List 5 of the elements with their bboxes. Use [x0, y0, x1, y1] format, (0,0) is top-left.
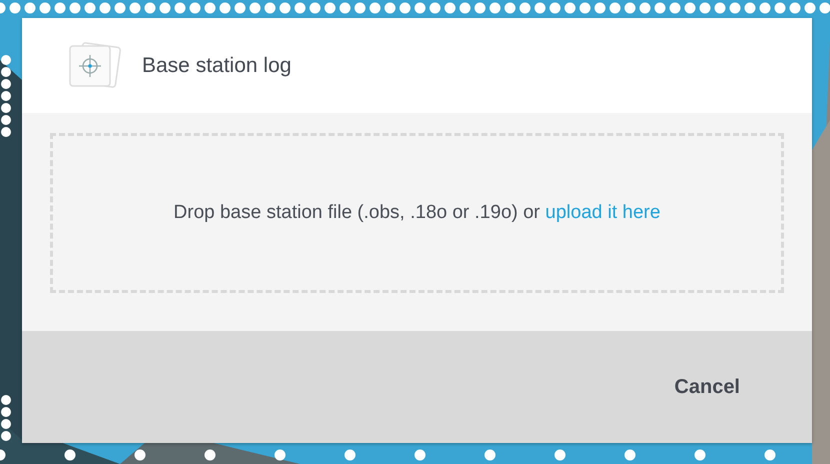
- drop-zone[interactable]: Drop base station file (.obs, .18o or .19o) or upload it here: [50, 133, 784, 293]
- dialog-title: Base station log: [142, 54, 292, 78]
- file-crosshair-icon: [68, 42, 122, 90]
- drop-instructions: Drop base station file (.obs, .18o or .19o) or upload it here: [174, 202, 660, 224]
- cancel-button[interactable]: Cancel: [664, 370, 750, 404]
